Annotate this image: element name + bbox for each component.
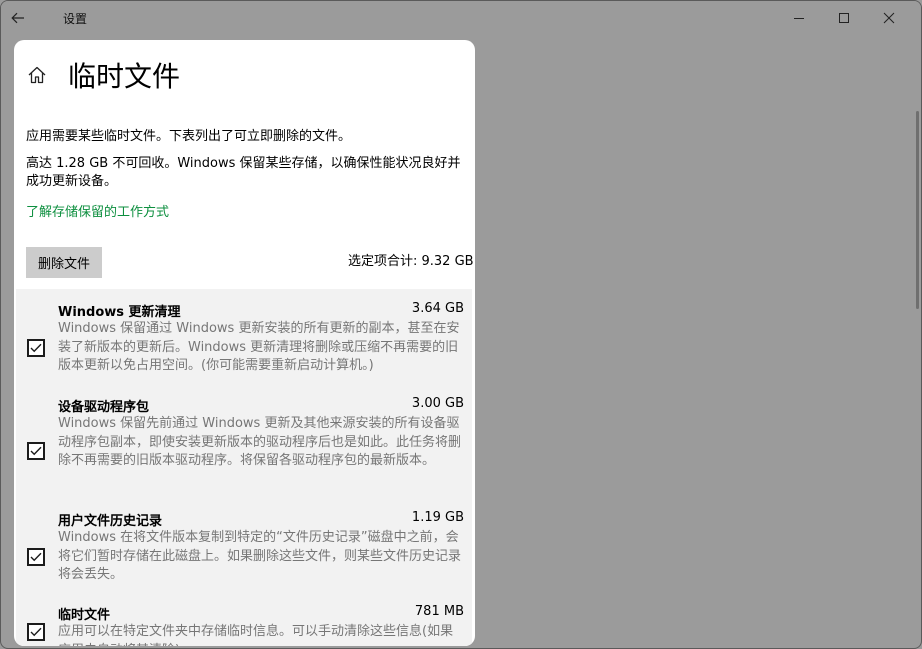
window-scrollbar[interactable] [916,111,919,309]
checkbox[interactable] [27,442,45,460]
list-item-file-history[interactable]: 用户文件历史记录 1.19 GB Windows 在将文件版本复制到特定的“文件… [16,510,472,596]
list-item-windows-update-cleanup[interactable]: Windows 更新清理 3.64 GB Windows 保留通过 Window… [16,301,472,387]
checkmark-icon [30,627,42,637]
checkmark-icon [30,552,42,562]
item-description: Windows 保留通过 Windows 更新安装的所有更新的副本，甚至在安装了… [58,321,460,373]
item-size: 781 MB [414,604,464,619]
close-button[interactable] [867,3,911,33]
item-description: Windows 保留先前通过 Windows 更新及其他来源安装的所有设备驱动程… [58,416,462,468]
storage-reserve-note: 高达 1.28 GB 不可回收。Windows 保留某些存储，以确保性能状况良好… [26,156,461,189]
home-icon [28,66,46,84]
selected-total: 选定项合计: 9.32 GB [348,254,474,269]
item-name: 设备驱动程序包 [58,400,150,415]
checkbox[interactable] [27,339,45,357]
list-item-device-driver-packages[interactable]: 设备驱动程序包 3.00 GB Windows 保留先前通过 Windows 更… [16,396,472,500]
maximize-icon [839,13,849,23]
settings-window: 设置 临时文件 应用需要某些临时文件。下表列出了可立即删除的文件。 高达 1.2… [0,0,922,649]
item-size: 1.19 GB [411,510,464,525]
minimize-button[interactable] [777,3,821,33]
back-arrow-icon [11,12,24,24]
checkmark-icon [30,446,42,456]
checkbox[interactable] [27,548,45,566]
learn-storage-reserve-link[interactable]: 了解存储保留的工作方式 [26,201,169,220]
minimize-icon [794,18,804,19]
item-name: 用户文件历史记录 [58,514,163,529]
item-size: 3.00 GB [411,396,464,411]
item-name: Windows 更新清理 [58,305,181,320]
item-size: 3.64 GB [411,301,464,316]
item-description: Windows 在将文件版本复制到特定的“文件历史记录”磁盘中之前，会将它们暂时… [58,530,462,582]
maximize-button[interactable] [822,3,866,33]
item-description: 应用可以在特定文件夹中存储临时信息。可以手动清除这些信息(如果应用未自动将其清除… [58,624,454,646]
page-description: 应用需要某些临时文件。下表列出了可立即删除的文件。 [26,129,352,144]
checkbox[interactable] [27,623,45,641]
home-button[interactable] [26,64,48,86]
back-button[interactable] [7,7,29,29]
temp-files-list: Windows 更新清理 3.64 GB Windows 保留通过 Window… [16,289,472,646]
page-title: 临时文件 [68,60,181,93]
close-icon [883,12,895,24]
temp-files-panel: 临时文件 应用需要某些临时文件。下表列出了可立即删除的文件。 高达 1.28 G… [14,40,475,646]
item-name: 临时文件 [58,608,111,623]
app-title: 设置 [63,12,88,26]
title-bar: 设置 [1,1,921,35]
delete-files-button[interactable]: 删除文件 [26,247,102,278]
checkmark-icon [30,343,42,353]
list-item-temporary-files[interactable]: 临时文件 781 MB 应用可以在特定文件夹中存储临时信息。可以手动清除这些信息… [16,604,472,646]
